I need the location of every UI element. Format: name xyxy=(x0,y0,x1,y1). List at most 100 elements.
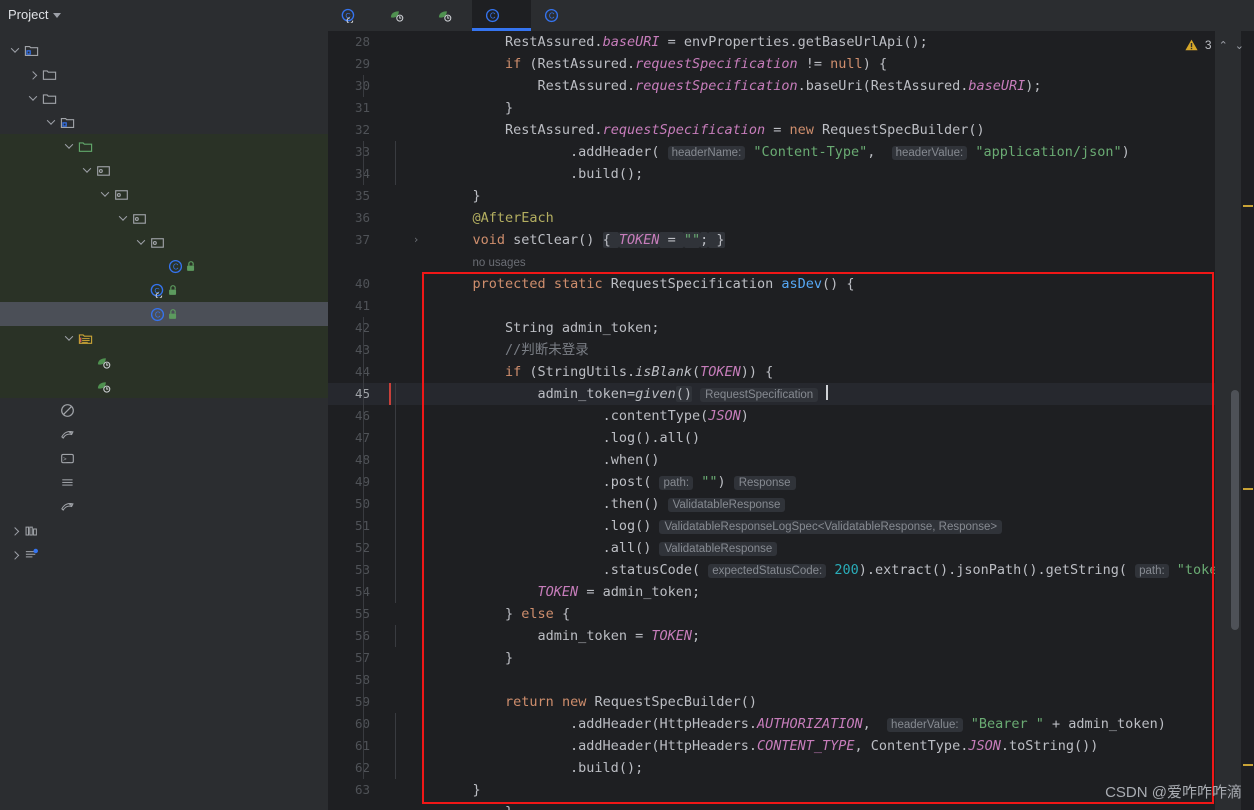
gutter-fold-area[interactable] xyxy=(402,31,430,53)
gutter-change-marker[interactable] xyxy=(380,735,402,757)
gutter-change-marker[interactable] xyxy=(380,537,402,559)
code-line[interactable]: 59 return new RequestSpecBuilder() xyxy=(328,691,1254,713)
code-editor[interactable]: 28 RestAssured.baseURI = envProperties.g… xyxy=(328,31,1254,810)
gutter-fold-area[interactable] xyxy=(402,75,430,97)
code-line[interactable]: 37 › void setClear() { TOKEN = ""; } xyxy=(328,229,1254,251)
gutter-change-marker[interactable] xyxy=(380,603,402,625)
gutter-change-marker[interactable] xyxy=(380,427,402,449)
code-line[interactable]: 43 //判断未登录 xyxy=(328,339,1254,361)
gutter-fold-area[interactable] xyxy=(402,163,430,185)
code-line[interactable]: 49 .post( path: "") Response xyxy=(328,471,1254,493)
chevron-down-icon[interactable] xyxy=(8,38,22,62)
tree-item-gradle[interactable] xyxy=(0,62,328,86)
gutter-change-marker[interactable] xyxy=(380,801,402,810)
gutter-change-marker[interactable] xyxy=(380,185,402,207)
gutter-change-marker[interactable] xyxy=(380,779,402,801)
gutter-fold-area[interactable] xyxy=(402,515,430,537)
gutter-fold-area[interactable] xyxy=(402,53,430,75)
gutter-change-marker[interactable] xyxy=(380,449,402,471)
gutter-change-marker[interactable] xyxy=(380,31,402,53)
gutter-change-marker[interactable] xyxy=(380,515,402,537)
code-line[interactable]: 32 RestAssured.requestSpecification = ne… xyxy=(328,119,1254,141)
tree-item-gradlew-bat[interactable] xyxy=(0,470,328,494)
gutter-change-marker[interactable] xyxy=(380,163,402,185)
editor-tab-functiontestbase-java[interactable]: C xyxy=(472,0,531,31)
gutter-fold-area[interactable] xyxy=(402,581,430,603)
tree-item-config[interactable] xyxy=(0,230,328,254)
chevron-down-icon[interactable] xyxy=(62,134,76,158)
gutter-change-marker[interactable] xyxy=(380,713,402,735)
chevron-right-icon[interactable] xyxy=(8,542,22,566)
tree-item-newchiwan[interactable] xyxy=(0,182,328,206)
gutter-fold-area[interactable] xyxy=(402,97,430,119)
gutter-fold-area[interactable] xyxy=(402,647,430,669)
gutter-fold-area[interactable] xyxy=(402,427,430,449)
warning-stripe-marker[interactable] xyxy=(1243,764,1253,766)
project-panel-header[interactable]: Project xyxy=(0,0,328,28)
chevron-down-icon[interactable] xyxy=(98,182,112,206)
error-stripe-track[interactable] xyxy=(1241,31,1254,810)
chevron-down-icon[interactable] xyxy=(116,206,130,230)
code-line[interactable]: 47 .log().all() xyxy=(328,427,1254,449)
gutter-fold-area[interactable] xyxy=(402,713,430,735)
gutter-change-marker[interactable] xyxy=(380,405,402,427)
gutter-fold-area[interactable] xyxy=(402,251,430,273)
tree-item-resources[interactable] xyxy=(0,326,328,350)
tree-item-test[interactable] xyxy=(0,110,328,134)
code-line[interactable]: 33 .addHeader( headerName: "Content-Type… xyxy=(328,141,1254,163)
gutter-fold-area[interactable] xyxy=(402,691,430,713)
gutter-change-marker[interactable] xyxy=(380,75,402,97)
gutter-fold-area[interactable] xyxy=(402,317,430,339)
tree-item-automate-api-d-project-automate-api[interactable] xyxy=(0,38,328,62)
code-line[interactable]: 54 TOKEN = admin_token; xyxy=(328,581,1254,603)
code-line[interactable]: 50 .then() ValidatableResponse xyxy=(328,493,1254,515)
editor-tab-automateapiapplication-java[interactable]: C xyxy=(328,0,376,31)
tree-item-infrastructure[interactable] xyxy=(0,206,328,230)
chevron-right-icon[interactable] xyxy=(26,62,40,86)
chevron-down-icon[interactable] xyxy=(44,110,58,134)
gutter-change-marker[interactable] xyxy=(380,691,402,713)
gutter-change-marker[interactable] xyxy=(380,581,402,603)
gutter-change-marker[interactable] xyxy=(380,229,402,251)
chevron-down-icon[interactable] xyxy=(53,12,62,18)
gutter-change-marker[interactable] xyxy=(380,493,402,515)
gutter-fold-area[interactable] xyxy=(402,735,430,757)
code-line[interactable]: 45 admin_token=given() RequestSpecificat… xyxy=(328,383,1254,405)
code-line[interactable]: 36 @AfterEach xyxy=(328,207,1254,229)
gutter-fold-area[interactable] xyxy=(402,141,430,163)
editor-scrollbar-thumb[interactable] xyxy=(1231,390,1239,630)
gutter-fold-area[interactable] xyxy=(402,273,430,295)
gutter-change-marker[interactable] xyxy=(380,339,402,361)
code-line[interactable]: 29 if (RestAssured.requestSpecification … xyxy=(328,53,1254,75)
gutter-change-marker[interactable] xyxy=(380,383,402,405)
code-line[interactable]: 30 RestAssured.requestSpecification.base… xyxy=(328,75,1254,97)
editor-tab-application-yaml[interactable] xyxy=(376,0,424,31)
code-line[interactable]: 34 .build(); xyxy=(328,163,1254,185)
code-line[interactable]: 42 String admin_token; xyxy=(328,317,1254,339)
code-line[interactable]: 28 RestAssured.baseURI = envProperties.g… xyxy=(328,31,1254,53)
warning-stripe-marker[interactable] xyxy=(1243,488,1253,490)
code-line[interactable]: 48 .when() xyxy=(328,449,1254,471)
code-line[interactable]: 61 .addHeader(HttpHeaders.CONTENT_TYPE, … xyxy=(328,735,1254,757)
gutter-fold-area[interactable] xyxy=(402,801,430,810)
tree-item-application-dev-yaml[interactable] xyxy=(0,374,328,398)
warning-stripe-marker[interactable] xyxy=(1243,205,1253,207)
code-line[interactable]: 51 .log() ValidatableResponseLogSpec<Val… xyxy=(328,515,1254,537)
gutter-fold-area[interactable] xyxy=(402,537,430,559)
gutter-change-marker[interactable] xyxy=(380,97,402,119)
chevron-down-icon[interactable] xyxy=(80,158,94,182)
project-tree[interactable]: C C C >_ xyxy=(0,28,328,566)
gutter-fold-area[interactable] xyxy=(402,471,430,493)
tab-overflow-controls[interactable] xyxy=(579,0,605,31)
code-line[interactable]: 53 .statusCode( expectedStatusCode: 200)… xyxy=(328,559,1254,581)
chevron-right-icon[interactable] xyxy=(8,518,22,542)
tree-item-automateapiapplication[interactable]: C xyxy=(0,278,328,302)
tree-item-application-yaml[interactable] xyxy=(0,350,328,374)
gutter-fold-area[interactable] xyxy=(402,559,430,581)
editor-tab-env[interactable]: C xyxy=(531,0,579,31)
code-line[interactable]: 57 } xyxy=(328,647,1254,669)
gutter-fold-area[interactable] xyxy=(402,185,430,207)
gutter-change-marker[interactable] xyxy=(380,625,402,647)
gutter-change-marker[interactable] xyxy=(380,471,402,493)
gutter-fold-area[interactable] xyxy=(402,405,430,427)
